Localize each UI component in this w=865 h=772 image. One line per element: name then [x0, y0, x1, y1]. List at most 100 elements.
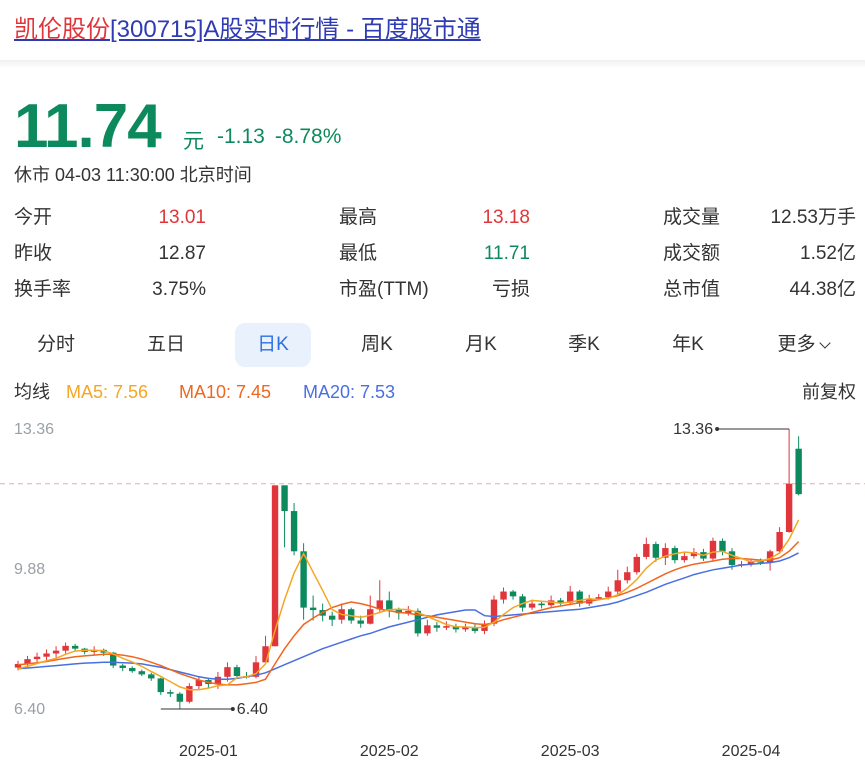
stat-value: 1.52亿 [800, 243, 856, 264]
candlestick-chart[interactable]: 13.36 9.88 6.40 13.36 6.40 2025-01 2025-02 2025… [0, 410, 865, 772]
x-tick-label: 2025-02 [360, 743, 419, 760]
candle-body [309, 607, 317, 611]
stats-grid: 今开 13.01 最高 13.18 成交量 12.53万手 昨收 12.87 最… [14, 204, 856, 312]
ma10-value: MA10: 7.45 [179, 382, 272, 402]
price-adjust-toggle[interactable]: 前复权 [802, 379, 856, 405]
tab-five-day[interactable]: 五日 [130, 323, 202, 367]
candle-body [52, 650, 60, 654]
candle-body [500, 591, 507, 600]
candle-body [129, 667, 136, 672]
candle-body [357, 620, 364, 624]
candle-body [614, 580, 621, 592]
change-amount: -1.13 [217, 125, 265, 148]
candle-body [148, 674, 155, 679]
low-marker-dot [230, 707, 235, 711]
y-tick-label: 13.36 [14, 421, 54, 438]
stat-value: 3.75% [152, 279, 206, 300]
ma20-line [17, 552, 799, 680]
candle-body [233, 667, 241, 677]
candle-body [386, 600, 393, 611]
candle-body [624, 572, 631, 581]
tab-intraday[interactable]: 分时 [20, 323, 92, 367]
candle-body [633, 556, 640, 573]
x-tick-label: 2025-03 [541, 743, 600, 760]
candle-body [509, 591, 517, 597]
candle-body [119, 665, 126, 668]
stat-label: 成交额 [663, 243, 721, 264]
candle-body [785, 483, 793, 532]
stat-label: 换手率 [14, 279, 72, 300]
stat-value: 亏损 [491, 279, 530, 300]
stat-label: 成交量 [663, 207, 721, 228]
tab-more[interactable]: 更多 [762, 323, 844, 367]
price-unit: 元 [183, 130, 204, 153]
stat-label: 昨收 [14, 243, 53, 264]
candle-body [681, 556, 688, 561]
candle-body [424, 625, 431, 634]
candle-body [290, 511, 298, 552]
current-price: 11.74 [14, 92, 162, 161]
stat-value: 13.18 [482, 207, 530, 228]
candle-body [328, 615, 336, 620]
price-change: -1.13 -8.78% [217, 125, 351, 149]
low-marker-label: 6.40 [237, 701, 268, 718]
market-status: 休市 04-03 11:30:00 北京时间 [14, 165, 252, 185]
stat-row: 昨收 12.87 最低 11.71 成交额 1.52亿 [14, 240, 856, 276]
y-tick-label: 6.40 [14, 701, 45, 718]
tab-more-label: 更多 [777, 334, 816, 355]
stat-label: 最高 [339, 207, 378, 228]
page-title-rest[interactable]: [300715]A股实时行情 - 百度股市通 [110, 16, 481, 43]
stat-label: 总市值 [663, 279, 721, 300]
candle-body [62, 645, 69, 651]
candle-body [795, 448, 802, 495]
candle-body [643, 544, 650, 557]
candle-body [224, 667, 231, 677]
header-divider [0, 60, 865, 68]
ma-legend-label: 均线 [14, 382, 50, 402]
candle-body [709, 540, 717, 559]
tab-monthly-k[interactable]: 月K [445, 323, 517, 367]
candle-body [433, 625, 441, 628]
candle-body [538, 603, 545, 606]
stat-row: 今开 13.01 最高 13.18 成交量 12.53万手 [14, 204, 856, 240]
chevron-down-icon [818, 337, 831, 349]
ma5-value: MA5: 7.56 [66, 382, 149, 402]
candle-body [138, 671, 145, 675]
candle-body [176, 693, 184, 702]
stat-label: 今开 [14, 207, 53, 228]
stat-row: 换手率 3.75% 市盈(TTM) 亏损 总市值 44.38亿 [14, 276, 856, 312]
high-marker-label: 13.36 [673, 421, 713, 438]
candle-body [652, 544, 660, 558]
high-marker-dot [715, 427, 720, 431]
candle-body [71, 645, 79, 649]
x-tick-label: 2025-04 [722, 743, 781, 760]
page-title-link[interactable]: 凯伦股份[300715]A股实时行情 - 百度股市通 [14, 14, 481, 46]
candle-body [519, 596, 526, 608]
tab-daily-k[interactable]: 日K [235, 323, 311, 367]
stat-value: 44.38亿 [789, 279, 856, 300]
tab-weekly-k[interactable]: 周K [341, 323, 413, 367]
candle-body [281, 485, 288, 512]
candle-body [157, 678, 164, 693]
candle-body [528, 603, 536, 608]
x-tick-label: 2025-01 [179, 743, 238, 760]
ma20-value: MA20: 7.53 [303, 382, 396, 402]
stat-value: 11.71 [483, 243, 530, 264]
stat-label: 市盈(TTM) [339, 279, 429, 300]
stat-label: 最低 [339, 243, 378, 264]
candle-body [443, 626, 450, 628]
candle-body [43, 653, 50, 657]
stock-name[interactable]: 凯伦股份 [14, 16, 110, 43]
candle-body [719, 540, 726, 552]
candle-body [33, 656, 41, 660]
candle-body [167, 692, 174, 694]
y-tick-label: 9.88 [14, 561, 45, 578]
candle-body [605, 591, 612, 598]
stat-value: 13.01 [158, 207, 206, 228]
change-percent: -8.78% [274, 125, 342, 148]
chart-period-tabs: 分时 五日 日K 周K 月K 季K 年K 更多 [0, 323, 865, 369]
ma5-line [17, 519, 800, 691]
tab-quarterly-k[interactable]: 季K [548, 323, 620, 367]
stat-value: 12.53万手 [770, 207, 856, 228]
tab-yearly-k[interactable]: 年K [652, 323, 724, 367]
